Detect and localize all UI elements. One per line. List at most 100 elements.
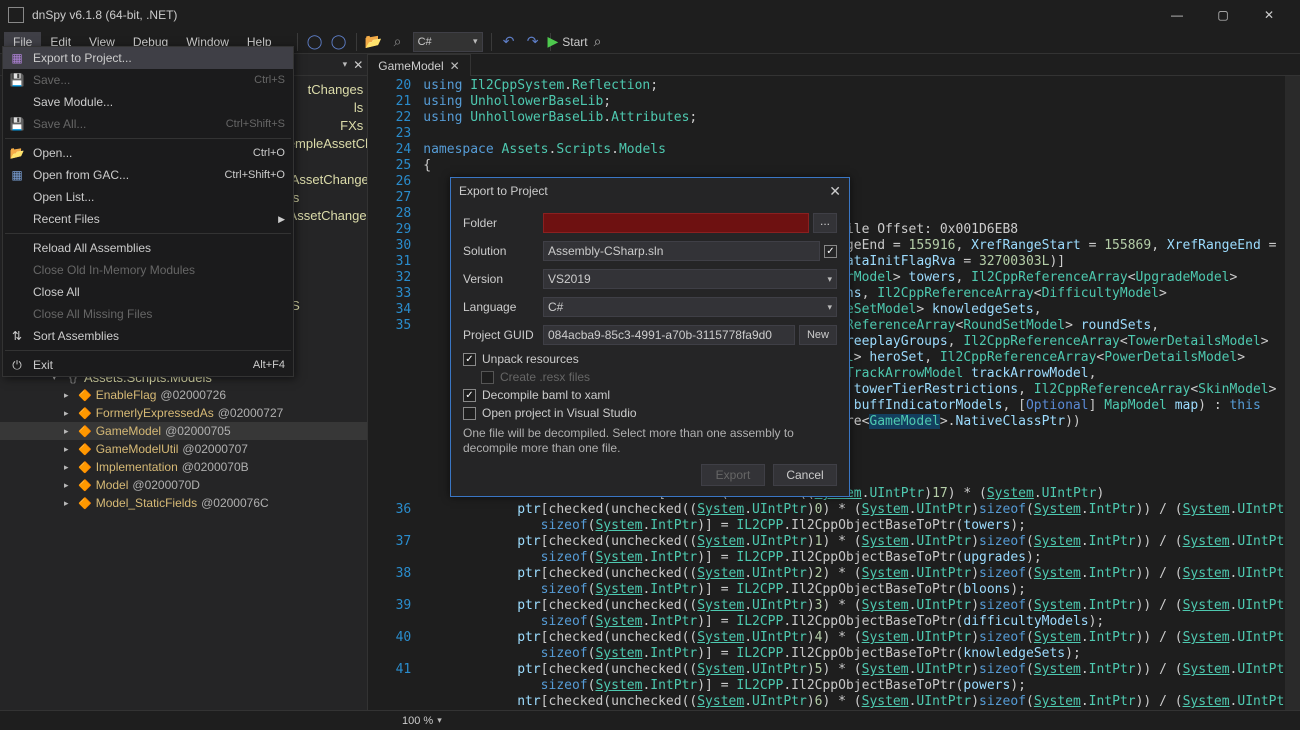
code-line[interactable]: sizeof(System.IntPtr)] = IL2CPP.Il2CppOb… <box>368 550 1300 566</box>
code-line[interactable]: 22using UnhollowerBaseLib.Attributes; <box>368 110 1300 126</box>
code-line[interactable]: sizeof(System.IntPtr)] = IL2CPP.Il2CppOb… <box>368 582 1300 598</box>
zoom-caret-icon[interactable]: ▾ <box>437 715 442 726</box>
code-line[interactable]: 39 ptr[checked(unchecked((System.UIntPtr… <box>368 598 1300 614</box>
chevron-down-icon: ▾ <box>827 274 832 285</box>
code-line[interactable]: sizeof(System.IntPtr)] = IL2CPP.Il2CppOb… <box>368 614 1300 630</box>
tab-gamemodel[interactable]: GameModel✕ <box>368 54 470 76</box>
browse-button[interactable]: ... <box>813 213 837 233</box>
file-menu-open[interactable]: 📂Open...Ctrl+O <box>3 142 293 164</box>
save-all-icon: 💾 <box>9 117 25 131</box>
openvs-checkbox[interactable] <box>463 407 476 420</box>
tree-class[interactable]: ▸🔶Model_StaticFields @0200076C <box>0 494 367 512</box>
baml-checkbox[interactable] <box>463 389 476 402</box>
resx-label: Create .resx files <box>500 370 590 384</box>
close-button[interactable]: ✕ <box>1246 0 1292 30</box>
code-line[interactable]: 23 <box>368 126 1300 142</box>
code-line[interactable]: 20using Il2CppSystem.Reflection; <box>368 78 1300 94</box>
code-line[interactable]: 36 ptr[checked(unchecked((System.UIntPtr… <box>368 502 1300 518</box>
search-icon[interactable]: ⌕ <box>589 33 607 51</box>
language-label: Language <box>463 300 543 314</box>
cancel-button[interactable]: Cancel <box>773 464 837 486</box>
new-guid-button[interactable]: New <box>799 325 837 345</box>
solution-input[interactable] <box>543 241 820 261</box>
language-selector[interactable]: C#▾ <box>413 32 483 52</box>
code-line[interactable]: 41 ptr[checked(unchecked((System.UIntPtr… <box>368 662 1300 678</box>
tree-class[interactable]: ▸🔶Implementation @0200070B <box>0 458 367 476</box>
title-bar: dnSpy v6.1.8 (64-bit, .NET) — ▢ ✕ <box>0 0 1300 30</box>
code-fragment: dgeSetModel> knowledgeSets, <box>830 302 1284 318</box>
dialog-title: Export to Project <box>459 184 548 198</box>
file-menu-save-all: 💾Save All...Ctrl+Shift+S <box>3 113 293 135</box>
code-fragment: tore<GameModel>.NativeClassPtr)) <box>830 414 1284 430</box>
code-fragment: File Offset: 0x001D6EB8 <box>830 222 1284 238</box>
code-line[interactable]: 38 ptr[checked(unchecked((System.UIntPtr… <box>368 566 1300 582</box>
minimize-button[interactable]: — <box>1154 0 1200 30</box>
file-menu-reload[interactable]: Reload All Assemblies <box>3 237 293 259</box>
code-fragment: adataInitFlagRva = 32700303L)] <box>830 254 1284 270</box>
tree-class[interactable]: ▸🔶Model @0200070D <box>0 476 367 494</box>
maximize-button[interactable]: ▢ <box>1200 0 1246 30</box>
search-nav-icon[interactable]: ⌕ <box>389 33 407 51</box>
panel-caret-icon[interactable]: ▾ <box>343 59 348 70</box>
code-line[interactable]: 21using UnhollowerBaseLib; <box>368 94 1300 110</box>
code-line[interactable]: 25{ <box>368 158 1300 174</box>
folder-input[interactable] <box>543 213 809 233</box>
file-menu-close-all[interactable]: Close All <box>3 281 293 303</box>
code-fragment: l> buffIndicatorModels, [Optional] MapMo… <box>830 398 1284 414</box>
solution-checkbox[interactable] <box>824 245 837 258</box>
code-line[interactable]: ntr[checked(unchecked((System.UIntPtr)6)… <box>368 694 1300 710</box>
editor-scrollbar[interactable] <box>1285 76 1300 710</box>
tree-class[interactable]: ▸🔶FormerlyExpressedAs @02000727 <box>0 404 367 422</box>
nav-back-icon[interactable]: ◯ <box>306 33 324 51</box>
chevron-down-icon: ▾ <box>827 302 832 313</box>
nav-fwd-icon[interactable]: ◯ <box>330 33 348 51</box>
save-icon: 💾 <box>9 73 25 87</box>
baml-label: Decompile baml to xaml <box>482 388 610 402</box>
app-icon <box>8 7 24 23</box>
file-menu-export[interactable]: ▦Export to Project... <box>3 47 293 69</box>
code-fragment: bons, Il2CppReferenceArray<DifficultyMod… <box>830 286 1284 302</box>
zoom-level: 100 % <box>402 715 433 727</box>
file-menu-save-module[interactable]: Save Module... <box>3 91 293 113</box>
code-line[interactable]: 24namespace Assets.Scripts.Models <box>368 142 1300 158</box>
start-button[interactable]: ▶ Start <box>559 33 577 51</box>
file-menu-recent[interactable]: Recent Files▶ <box>3 208 293 230</box>
tree-class[interactable]: ▸🔶GameModelUtil @02000707 <box>0 440 367 458</box>
dialog-close-icon[interactable]: ✕ <box>829 183 841 200</box>
file-menu-exit[interactable]: ⏻ExitAlt+F4 <box>3 354 293 376</box>
chevron-right-icon: ▶ <box>278 214 285 225</box>
export-button: Export <box>701 464 765 486</box>
unpack-label: Unpack resources <box>482 352 579 366</box>
version-select[interactable]: VS2019▾ <box>543 269 837 289</box>
code-line[interactable]: 37 ptr[checked(unchecked((System.UIntPtr… <box>368 534 1300 550</box>
solution-label: Solution <box>463 244 543 258</box>
tree-class[interactable]: ▸🔶GameModel @02000705 <box>0 422 367 440</box>
open-icon[interactable]: 📂 <box>365 33 383 51</box>
exit-icon: ⏻ <box>9 358 25 373</box>
file-menu-open-list[interactable]: Open List... <box>3 186 293 208</box>
resx-checkbox <box>481 371 494 384</box>
code-fragment: del> heroSet, Il2CppReferenceArray<Power… <box>830 350 1284 366</box>
tree-class[interactable]: ▸🔶EnableFlag @02000726 <box>0 386 367 404</box>
file-menu-open-gac[interactable]: ▦Open from GAC...Ctrl+Shift+O <box>3 164 293 186</box>
tab-close-icon[interactable]: ✕ <box>450 59 460 73</box>
language-select[interactable]: C#▾ <box>543 297 837 317</box>
file-menu-close-missing: Close All Missing Files <box>3 303 293 325</box>
panel-close-icon[interactable]: ✕ <box>353 58 363 72</box>
guid-label: Project GUID <box>463 328 543 342</box>
sort-icon: ⇅ <box>9 329 25 343</box>
undo-icon[interactable]: ↶ <box>500 33 518 51</box>
code-fragment: freeplayGroups, Il2CppReferenceArray<Tow… <box>830 334 1284 350</box>
chevron-down-icon: ▾ <box>473 36 478 47</box>
code-fragment: ppReferenceArray<RoundSetModel> roundSet… <box>830 318 1284 334</box>
guid-input[interactable] <box>543 325 795 345</box>
file-menu-sort[interactable]: ⇅Sort Assemblies <box>3 325 293 347</box>
redo-icon[interactable]: ↷ <box>524 33 542 51</box>
code-line[interactable]: 40 ptr[checked(unchecked((System.UIntPtr… <box>368 630 1300 646</box>
code-line[interactable]: sizeof(System.IntPtr)] = IL2CPP.Il2CppOb… <box>368 646 1300 662</box>
code-line[interactable]: sizeof(System.IntPtr)] = IL2CPP.Il2CppOb… <box>368 518 1300 534</box>
app-title: dnSpy v6.1.8 (64-bit, .NET) <box>32 8 177 22</box>
code-line[interactable]: sizeof(System.IntPtr)] = IL2CPP.Il2CppOb… <box>368 678 1300 694</box>
export-icon: ▦ <box>9 51 25 65</box>
unpack-checkbox[interactable] <box>463 353 476 366</box>
